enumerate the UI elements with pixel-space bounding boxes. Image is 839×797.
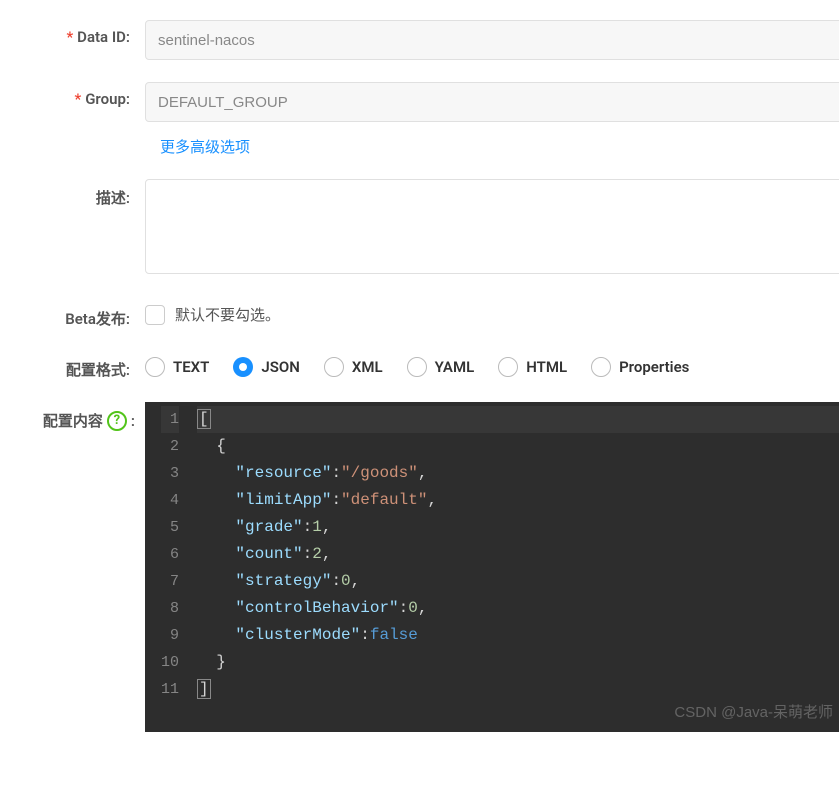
radio-circle-icon bbox=[591, 357, 611, 377]
format-radio-xml[interactable]: XML bbox=[324, 357, 383, 377]
radio-label: JSON bbox=[261, 358, 299, 376]
radio-label: Properties bbox=[619, 358, 689, 376]
label-format: 配置格式: bbox=[0, 351, 145, 380]
editor-gutter: 1234567891011 bbox=[145, 402, 189, 732]
beta-checkbox[interactable] bbox=[145, 305, 165, 325]
radio-label: HTML bbox=[526, 358, 567, 376]
label-content: 配置内容 ? : bbox=[0, 402, 145, 431]
beta-hint: 默认不要勾选。 bbox=[175, 304, 280, 325]
format-radio-group: TEXT JSON XML YAML HTML Properties bbox=[145, 351, 839, 377]
label-description: 描述: bbox=[0, 179, 145, 208]
row-data-id: *Data ID: bbox=[0, 20, 839, 60]
row-group: *Group: bbox=[0, 82, 839, 122]
row-format: 配置格式: TEXT JSON XML YAML HTML Properties bbox=[0, 351, 839, 380]
help-icon[interactable]: ? bbox=[107, 411, 127, 431]
watermark: CSDN @Java-呆萌老师 bbox=[674, 699, 833, 726]
required-marker: * bbox=[66, 28, 73, 46]
group-input[interactable] bbox=[145, 82, 839, 122]
label-data-id: *Data ID: bbox=[0, 20, 145, 46]
editor-code[interactable]: [ { "resource":"/goods", "limitApp":"def… bbox=[189, 402, 839, 732]
radio-circle-icon bbox=[407, 357, 427, 377]
row-beta: Beta发布: 默认不要勾选。 bbox=[0, 300, 839, 329]
format-radio-json[interactable]: JSON bbox=[233, 357, 299, 377]
radio-label: YAML bbox=[435, 358, 475, 376]
format-radio-yaml[interactable]: YAML bbox=[407, 357, 475, 377]
radio-circle-icon bbox=[498, 357, 518, 377]
required-marker: * bbox=[74, 90, 81, 108]
label-beta: Beta发布: bbox=[0, 300, 145, 329]
radio-label: XML bbox=[352, 358, 383, 376]
advanced-options-link[interactable]: 更多高级选项 bbox=[160, 136, 250, 157]
label-group: *Group: bbox=[0, 82, 145, 108]
format-radio-html[interactable]: HTML bbox=[498, 357, 567, 377]
radio-circle-icon bbox=[233, 357, 253, 377]
row-content: 配置内容 ? : 1234567891011 [ { "resource":"/… bbox=[0, 402, 839, 732]
row-description: 描述: bbox=[0, 179, 839, 278]
code-editor[interactable]: 1234567891011 [ { "resource":"/goods", "… bbox=[145, 402, 839, 732]
radio-circle-icon bbox=[324, 357, 344, 377]
format-radio-properties[interactable]: Properties bbox=[591, 357, 689, 377]
radio-label: TEXT bbox=[173, 358, 209, 376]
radio-circle-icon bbox=[145, 357, 165, 377]
description-textarea[interactable] bbox=[145, 179, 839, 274]
format-radio-text[interactable]: TEXT bbox=[145, 357, 209, 377]
data-id-input[interactable] bbox=[145, 20, 839, 60]
